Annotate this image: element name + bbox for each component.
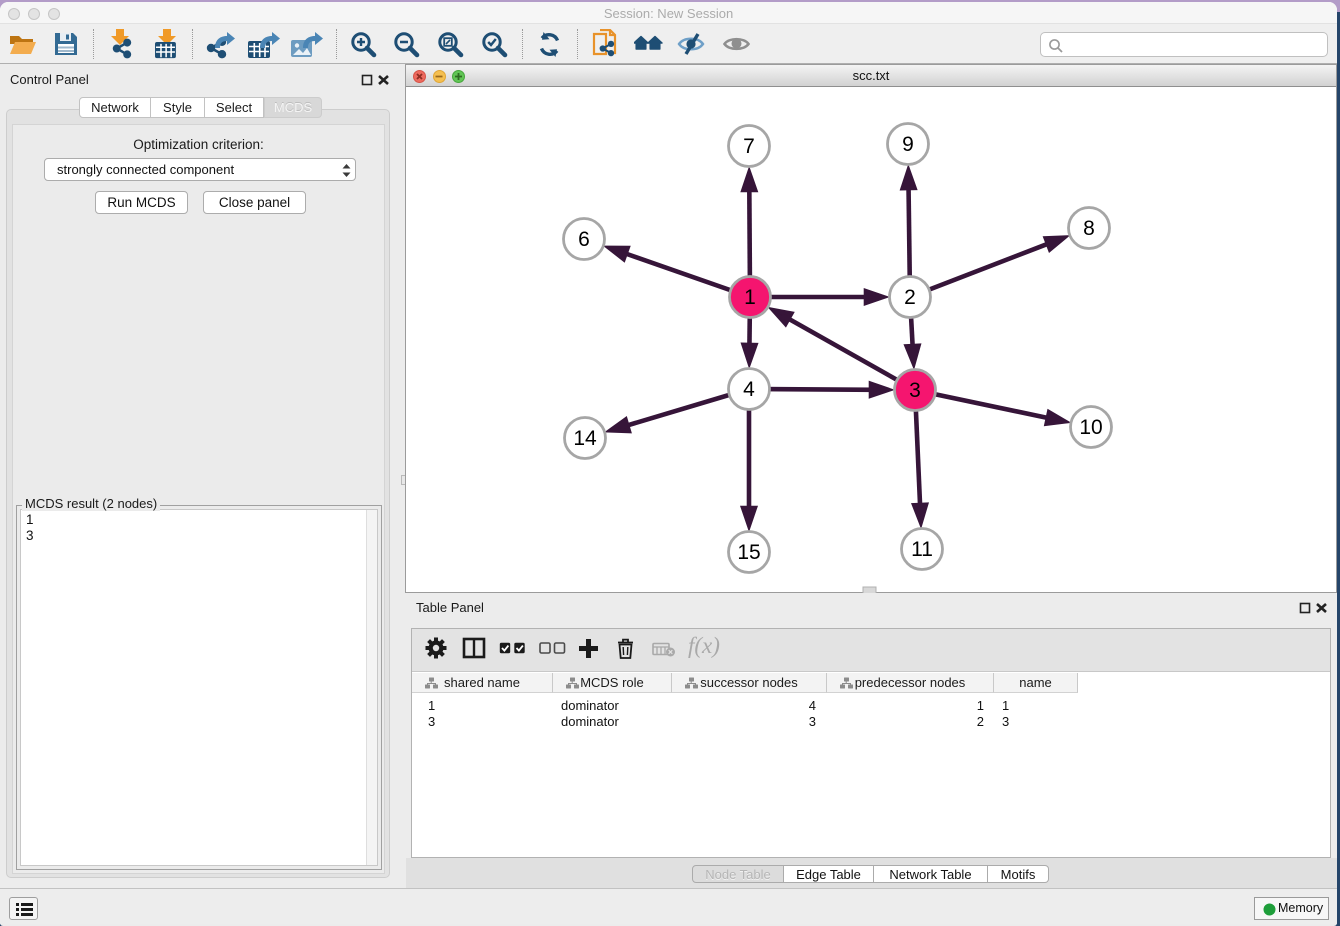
- svg-text:4: 4: [743, 378, 755, 401]
- svg-text:10: 10: [1079, 416, 1102, 439]
- svg-text:11: 11: [911, 538, 933, 561]
- svg-text:2: 2: [904, 286, 916, 309]
- svg-text:1: 1: [744, 286, 756, 309]
- svg-text:15: 15: [737, 541, 760, 564]
- svg-text:8: 8: [1083, 217, 1095, 240]
- svg-text:6: 6: [578, 228, 590, 251]
- svg-text:9: 9: [902, 133, 914, 156]
- svg-text:3: 3: [909, 379, 921, 402]
- svg-text:7: 7: [743, 135, 755, 158]
- svg-text:14: 14: [573, 427, 597, 450]
